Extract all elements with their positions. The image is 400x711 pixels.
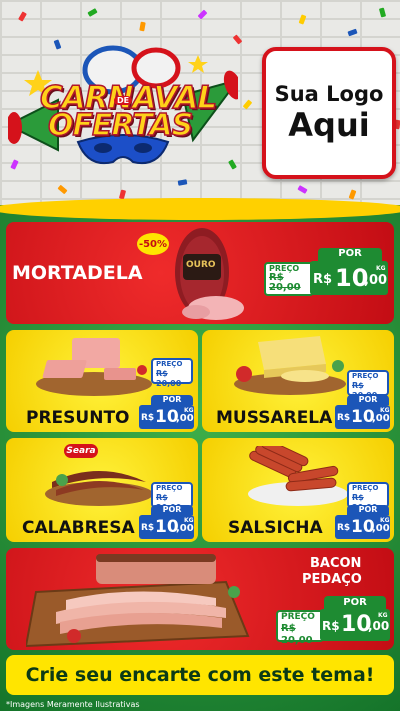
confetti xyxy=(347,28,358,37)
product-card-mortadela[interactable]: MORTADELA -50% OURO PREÇO R$ 20,00 POR R… xyxy=(6,222,394,324)
por-label: POR xyxy=(151,395,193,405)
por-label: POR xyxy=(347,505,389,515)
logo-text-line1: Sua Logo xyxy=(274,82,384,106)
disclaimer: *Imagens Meramente Ilustrativas xyxy=(6,700,140,709)
price-box: R$ 10 ,00 KG xyxy=(139,515,194,539)
price-box: R$ 10 ,00 KG xyxy=(335,515,390,539)
preco-label: PREÇO xyxy=(156,360,183,368)
product-name: MUSSARELA xyxy=(216,408,333,428)
product-name-line1: BACON xyxy=(310,556,362,571)
unit-label: KG xyxy=(380,517,390,524)
confetti xyxy=(197,9,208,20)
old-price: R$ 20,00 xyxy=(281,623,313,646)
preco-label: PREÇO xyxy=(281,612,315,622)
confetti xyxy=(297,185,308,194)
currency: R$ xyxy=(141,413,155,423)
confetti xyxy=(298,14,307,25)
unit-label: KG xyxy=(376,265,386,272)
por-label: POR xyxy=(318,248,382,261)
preco-label: PREÇO xyxy=(352,484,379,492)
old-price-box: PREÇO R$ 20,00 xyxy=(347,370,389,400)
title-de-badge: DE xyxy=(114,96,133,105)
product-card-bacon[interactable]: BACON PEDAÇO PREÇO R$ 20,00 POR R$ 10 ,0… xyxy=(6,548,394,650)
confetti xyxy=(139,21,146,32)
old-price: R$ 20,00 xyxy=(269,272,301,293)
por-label: POR xyxy=(151,505,193,515)
confetti xyxy=(87,8,98,17)
old-price-box: PREÇO R$ 20,00 xyxy=(276,610,324,646)
old-price-box: PREÇO R$ 20,00 xyxy=(151,358,193,388)
product-name: SALSICHA xyxy=(228,518,323,538)
confetti xyxy=(348,189,357,200)
presunto-image xyxy=(36,338,152,396)
unit-label: KG xyxy=(184,517,194,524)
currency: R$ xyxy=(337,523,351,533)
unit-label: KG xyxy=(380,407,390,414)
por-label: POR xyxy=(324,596,386,609)
old-price-box: PREÇO R$ 20,00 xyxy=(264,262,314,296)
unit-label: KG xyxy=(184,407,194,414)
price-cents: ,00 xyxy=(176,413,194,424)
mortadela-image xyxy=(175,228,244,320)
price-cents: ,00 xyxy=(372,523,390,534)
price-cents: ,00 xyxy=(176,523,194,534)
currency: R$ xyxy=(141,523,155,533)
preco-label: PREÇO xyxy=(156,484,183,492)
por-label: POR xyxy=(347,395,389,405)
old-price: R$ 20,00 xyxy=(156,369,182,388)
store-logo-placeholder: Sua Logo Aqui xyxy=(262,47,396,179)
price-box: R$ 10 ,00 KG xyxy=(310,261,388,295)
salsicha-image xyxy=(248,446,348,506)
yellow-wave-divider xyxy=(0,198,400,220)
confetti xyxy=(242,99,253,110)
header-brick-background: CARNAVAL DE OFERTAS Sua Logo Aqui xyxy=(0,0,400,215)
preco-label: PREÇO xyxy=(352,372,379,380)
product-card-presunto[interactable]: PRESUNTO PREÇO R$ 20,00 POR R$ 10 ,00 KG xyxy=(6,330,198,432)
product-card-mussarela[interactable]: MUSSARELA PREÇO R$ 20,00 POR R$ 10 ,00 K… xyxy=(202,330,394,432)
price-cents: ,00 xyxy=(372,413,390,424)
confetti xyxy=(18,11,27,22)
product-name-line2: PEDAÇO xyxy=(302,572,362,587)
title-line-ofertas: OFERTAS xyxy=(47,107,194,144)
currency: R$ xyxy=(313,272,333,287)
cta-banner[interactable]: Crie seu encarte com este tema! xyxy=(6,655,394,695)
currency: R$ xyxy=(337,413,351,423)
calabresa-image xyxy=(45,471,153,506)
mussarela-image xyxy=(234,336,346,395)
bacon-image xyxy=(26,554,250,648)
price-cents: ,00 xyxy=(364,273,388,288)
price-cents: ,00 xyxy=(368,619,390,633)
discount-badge: -50% xyxy=(137,233,169,255)
currency: R$ xyxy=(322,619,340,633)
price-box: R$ 10 ,00 KG xyxy=(335,405,390,429)
price-box: R$ 10 ,00 KG xyxy=(139,405,194,429)
price-box: R$ 10 ,00 KG xyxy=(320,609,390,641)
product-name: MORTADELA xyxy=(12,262,143,284)
confetti xyxy=(378,7,387,18)
product-name: PRESUNTO xyxy=(26,408,130,428)
product-card-calabresa[interactable]: Seara CALABRESA PREÇO R$ 20,00 POR R$ 10… xyxy=(6,438,198,542)
product-card-salsicha[interactable]: SALSICHA PREÇO R$ 20,00 POR R$ 10 ,00 KG xyxy=(202,438,394,542)
unit-label: KG xyxy=(378,612,388,619)
product-name: CALABRESA xyxy=(22,518,135,538)
brand-label-seara: Seara xyxy=(64,444,98,458)
logo-text-line2: Aqui xyxy=(288,106,370,144)
brand-label-ouro: OURO xyxy=(186,260,216,270)
